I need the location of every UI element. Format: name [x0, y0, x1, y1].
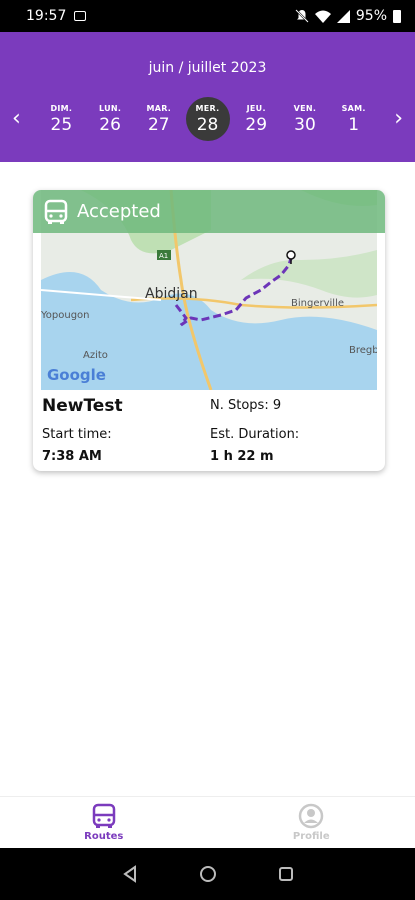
bottom-tab-bar: Routes Profile — [0, 796, 415, 848]
status-badge: Accepted — [77, 201, 161, 222]
status-banner: Accepted — [33, 190, 385, 233]
day-item-28-selected[interactable]: MER. 28 — [183, 94, 232, 144]
route-name: NewTest — [42, 396, 123, 416]
stops-count: N. Stops: 9 — [210, 398, 282, 413]
previous-week-button[interactable]: ‹ — [12, 108, 21, 130]
day-number: 25 — [50, 114, 73, 135]
battery-percent: 95% — [355, 8, 387, 24]
wifi-icon — [314, 10, 331, 23]
day-item-29[interactable]: JEU. 29 — [232, 94, 281, 144]
signal-icon — [336, 9, 350, 23]
tab-routes[interactable]: Routes — [0, 797, 208, 848]
google-logo: Google — [47, 366, 106, 384]
recents-icon[interactable] — [277, 865, 295, 883]
image-notification-icon — [74, 11, 87, 21]
back-icon[interactable] — [121, 865, 139, 883]
system-nav-bar — [0, 848, 415, 900]
bus-icon — [92, 803, 115, 828]
day-name: LUN. — [98, 103, 122, 113]
status-icons: 95% — [295, 8, 401, 24]
day-number: 28 — [196, 114, 219, 135]
tab-routes-label: Routes — [84, 831, 124, 842]
map-city-label: Abidjan — [145, 286, 198, 302]
map-road-a1: A1 — [159, 252, 168, 260]
day-number: 26 — [99, 114, 121, 135]
duration-label: Est. Duration: — [210, 427, 300, 442]
day-item-1[interactable]: SAM. 1 — [329, 94, 378, 144]
duration-value: 1 h 22 m — [210, 449, 274, 464]
mute-icon — [295, 9, 309, 23]
next-week-button[interactable]: › — [394, 108, 403, 130]
day-name: MAR. — [146, 103, 172, 113]
day-number: 30 — [294, 114, 316, 135]
profile-icon — [299, 803, 324, 829]
map-place-bingerville: Bingerville — [291, 298, 344, 309]
day-name: MER. — [195, 103, 220, 113]
day-item-30[interactable]: VEN. 30 — [281, 94, 330, 144]
map-place-bregbo: Bregbo — [349, 345, 377, 356]
day-name: JEU. — [246, 103, 266, 113]
home-icon[interactable] — [199, 865, 217, 883]
status-time: 19:57 — [26, 8, 67, 24]
tab-profile-label: Profile — [292, 831, 330, 842]
bus-icon — [44, 199, 68, 224]
tab-profile[interactable]: Profile — [208, 797, 415, 848]
day-selector: DIM. 25 LUN. 26 MAR. 27 MER. 28 JEU. 29 VEN. 3… — [37, 94, 378, 144]
status-bar: 19:57 95% — [0, 0, 415, 32]
map-place-azito: Azito — [83, 350, 108, 361]
day-number: 27 — [147, 114, 170, 135]
day-item-25[interactable]: DIM. 25 — [37, 94, 86, 144]
day-item-27[interactable]: MAR. 27 — [134, 94, 183, 144]
calendar-header: juin / juillet 2023 ‹ DIM. 25 LUN. 26 MAR.… — [0, 32, 415, 162]
day-name: DIM. — [50, 103, 73, 113]
day-number: 29 — [245, 114, 268, 135]
route-card[interactable]: Abidjan Bingerville Yopougon Azito Bregb… — [33, 190, 385, 471]
start-time-label: Start time: — [42, 427, 112, 442]
map-place-yopougon: Yopougon — [41, 310, 90, 321]
day-number: 1 — [348, 114, 360, 135]
start-time-value: 7:38 AM — [42, 449, 102, 464]
day-name: VEN. — [293, 103, 317, 113]
day-item-26[interactable]: LUN. 26 — [86, 94, 135, 144]
day-name: SAM. — [341, 103, 366, 113]
month-label: juin / juillet 2023 — [148, 60, 267, 76]
battery-icon — [393, 9, 401, 23]
